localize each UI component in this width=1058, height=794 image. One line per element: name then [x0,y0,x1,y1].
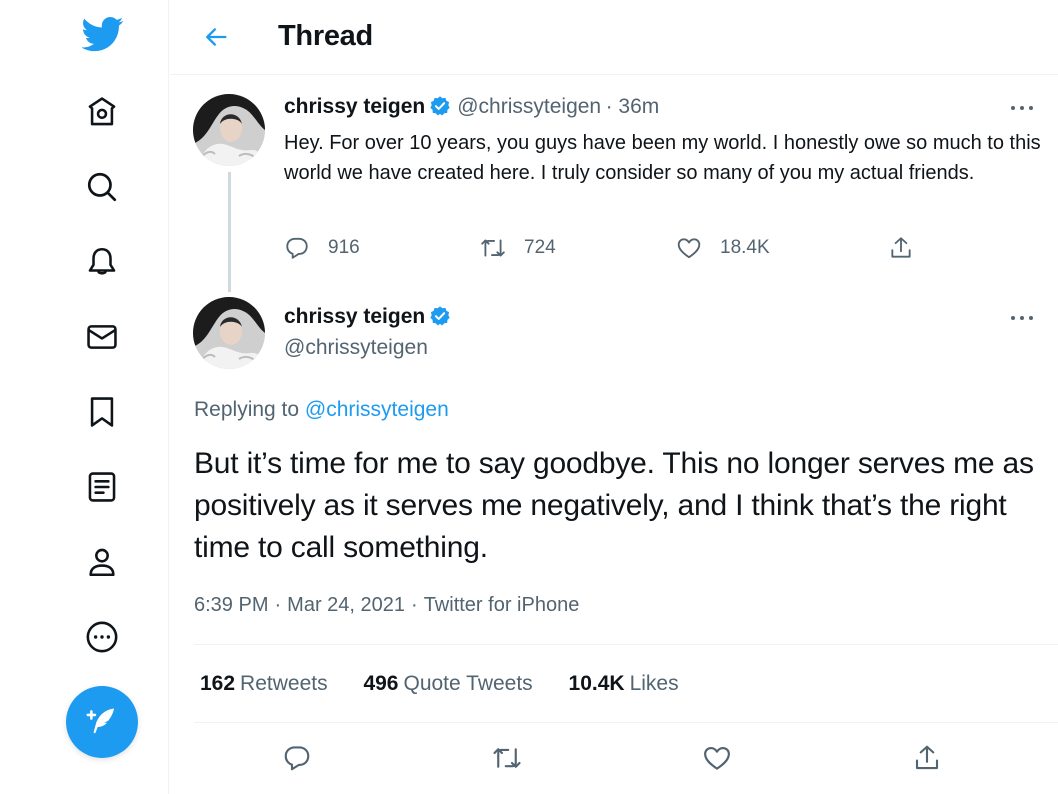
verified-badge-icon [430,306,450,326]
explore-icon[interactable] [78,163,126,211]
reply-count: 916 [328,237,360,258]
tweet-header: chrissy teigen @chrissyteigen · 36m [284,95,659,119]
tweet-more-button[interactable] [1004,305,1040,331]
thread-header: Thread [170,0,1058,75]
share-button[interactable] [888,230,914,266]
tweet-text: Hey. For over 10 years, you guys have be… [284,132,1041,184]
retweet-icon [493,748,521,768]
tweet-more-button[interactable] [1004,95,1040,121]
retweets-count: 162 [200,672,236,695]
like-button[interactable] [702,740,732,776]
back-button[interactable] [196,17,236,57]
tweet-meta: 6:39 PM · Mar 24, 2021 · Twitter for iPhone [194,594,579,617]
avatar[interactable] [193,297,265,369]
tweet-timestamp[interactable]: 6:39 PM [194,594,268,616]
retweet-icon [481,239,505,257]
reply-button[interactable] [282,740,312,776]
retweet-button[interactable] [492,740,522,776]
author-handle[interactable]: @chrissyteigen [284,336,428,360]
like-button[interactable]: 18.4K [676,230,770,266]
share-icon [915,745,939,770]
tweet-time[interactable]: · 36m [606,95,660,118]
tweet-actions [194,736,1034,784]
separator-dot: · [274,594,282,616]
retweets-label: Retweets [240,672,328,695]
quote-tweets-count: 496 [363,672,399,695]
more-icon[interactable] [78,613,126,661]
likes-count: 10.4K [568,672,625,695]
likes-label: Likes [629,672,679,695]
main-column: Thread chrissy teigen @chrissyteigen · 36… [170,0,1058,794]
separator-dot: · [411,594,418,616]
tweet-date[interactable]: Mar 24, 2021 [287,594,405,616]
quote-tweets-label: Quote Tweets [403,672,533,695]
tweet-text: But it’s time for me to say goodbye. Thi… [194,447,1034,564]
verified-badge-icon [430,96,450,116]
replying-to-link[interactable]: @chrissyteigen [305,398,449,421]
quote-tweets-stat[interactable]: 496 Quote Tweets [363,672,532,696]
reply-button[interactable]: 916 [284,230,360,266]
retweet-button[interactable]: 724 [480,230,556,266]
compose-tweet-button[interactable] [66,686,138,758]
replying-to-label: Replying to [194,398,300,421]
notifications-icon[interactable] [78,238,126,286]
tweet-source[interactable]: Twitter for iPhone [424,594,580,616]
profile-icon[interactable] [78,538,126,586]
like-icon [677,238,701,259]
divider [194,722,1058,723]
reply-icon [286,237,308,259]
more-dots-icon [1011,316,1033,320]
more-dots-icon [1011,106,1033,110]
author-name[interactable]: chrissy teigen [284,95,425,118]
sidebar [0,0,169,794]
thread-connector-line [228,172,231,292]
lists-icon[interactable] [78,463,126,511]
messages-icon[interactable] [78,313,126,361]
retweets-stat[interactable]: 162 Retweets [200,672,328,696]
tweet-actions: 916 724 18.4K [284,230,1024,266]
back-arrow-icon [206,28,227,46]
replying-to: Replying to @chrissyteigen [194,398,449,422]
twitter-logo-icon[interactable] [79,12,127,56]
reply-icon [284,746,310,771]
page-title: Thread [278,20,373,52]
like-count: 18.4K [720,237,770,258]
divider [194,644,1058,645]
share-button[interactable] [912,740,942,776]
avatar[interactable] [193,94,265,166]
retweet-count: 724 [524,237,556,258]
compose-icon [86,708,115,734]
tweet-stats: 162 Retweets 496 Quote Tweets 10.4K Likes [200,672,709,696]
author-name[interactable]: chrissy teigen [284,305,425,328]
likes-stat[interactable]: 10.4K Likes [569,672,679,696]
author-handle[interactable]: @chrissyteigen [457,95,601,118]
tweet-header: chrissy teigen [284,305,457,329]
bookmarks-icon[interactable] [78,388,126,436]
home-icon[interactable] [78,88,126,136]
like-icon [704,746,730,770]
share-icon [891,237,911,258]
